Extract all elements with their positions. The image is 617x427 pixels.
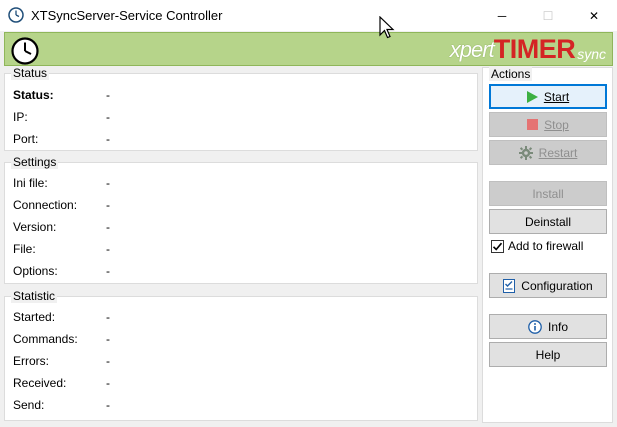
restart-label: Restart: [538, 145, 578, 160]
deinstall-button[interactable]: Deinstall: [489, 209, 607, 234]
port-value: -: [106, 132, 110, 146]
play-icon: [526, 90, 538, 103]
connection-value: -: [106, 198, 110, 212]
close-icon: ✕: [588, 8, 600, 23]
restart-button[interactable]: Restart: [489, 140, 607, 165]
file-label: File:: [13, 242, 36, 256]
clock-icon: [11, 37, 39, 65]
configuration-label: Configuration: [521, 278, 593, 293]
stop-label: Stop: [544, 117, 569, 132]
options-label: Options:: [13, 264, 58, 278]
status-group-title: Status: [11, 66, 50, 80]
minimize-icon: ─: [497, 8, 507, 23]
commands-value: -: [106, 332, 110, 346]
window-title: XTSyncServer-Service Controller: [31, 8, 223, 23]
options-value: -: [106, 264, 110, 278]
title-bar: XTSyncServer-Service Controller ─ ☐ ✕: [0, 0, 617, 31]
clock-icon: [8, 7, 24, 23]
install-button[interactable]: Install: [489, 181, 607, 206]
port-label: Port:: [13, 132, 39, 146]
send-label: Send:: [13, 398, 45, 412]
checklist-icon: [503, 278, 516, 293]
stop-button[interactable]: Stop: [489, 112, 607, 137]
version-label: Version:: [13, 220, 57, 234]
info-label: Info: [547, 319, 568, 334]
install-label: Install: [532, 186, 564, 201]
maximize-button[interactable]: ☐: [525, 0, 571, 31]
errors-label: Errors:: [13, 354, 49, 368]
start-button[interactable]: Start: [489, 84, 607, 109]
status-label: Status:: [13, 88, 54, 102]
settings-group: Settings Ini file: - Connection: - Versi…: [4, 155, 478, 284]
ip-value: -: [106, 110, 110, 124]
started-label: Started:: [13, 310, 56, 324]
version-value: -: [106, 220, 110, 234]
received-label: Received:: [13, 376, 67, 390]
close-button[interactable]: ✕: [571, 0, 617, 31]
maximize-icon: ☐: [542, 8, 554, 23]
help-button[interactable]: Help: [489, 342, 607, 367]
ip-label: IP:: [13, 110, 28, 124]
checkbox-box[interactable]: [491, 239, 504, 253]
start-label: Start: [543, 89, 570, 104]
deinstall-label: Deinstall: [524, 214, 572, 229]
info-icon: [528, 319, 542, 334]
add-to-firewall-label: Add to firewall: [508, 239, 584, 253]
status-group: Status Status: - IP: - Port: -: [4, 66, 478, 151]
info-button[interactable]: Info: [489, 314, 607, 339]
file-value: -: [106, 242, 110, 256]
ini-file-label: Ini file:: [13, 176, 48, 190]
send-value: -: [106, 398, 110, 412]
statistic-group-title: Statistic: [11, 289, 58, 303]
received-value: -: [106, 376, 110, 390]
errors-value: -: [106, 354, 110, 368]
actions-group-title: Actions: [489, 67, 533, 81]
logo-timer-text: TIMER: [493, 34, 576, 64]
brand-banner: xpert TIMER sync: [4, 32, 613, 66]
status-value: -: [106, 88, 110, 102]
ini-file-value: -: [106, 176, 110, 190]
logo-sync-text: sync: [577, 46, 606, 62]
help-label: Help: [535, 347, 561, 362]
logo-xpert-text: xpert: [449, 37, 495, 62]
connection-label: Connection:: [13, 198, 78, 212]
mouse-cursor-icon: [379, 16, 395, 39]
stop-icon: [527, 119, 539, 130]
settings-group-title: Settings: [11, 155, 59, 169]
add-to-firewall-checkbox[interactable]: Add to firewall: [491, 239, 583, 253]
configuration-button[interactable]: Configuration: [489, 273, 607, 298]
minimize-button[interactable]: ─: [479, 0, 525, 31]
commands-label: Commands:: [13, 332, 78, 346]
xpert-timer-logo: xpert TIMER sync: [450, 34, 606, 64]
gear-icon: [518, 145, 533, 160]
statistic-group: Statistic Started: - Commands: - Errors:…: [4, 289, 478, 421]
started-value: -: [106, 310, 110, 324]
info-panel: Status Status: - IP: - Port: - Settings …: [4, 66, 481, 423]
